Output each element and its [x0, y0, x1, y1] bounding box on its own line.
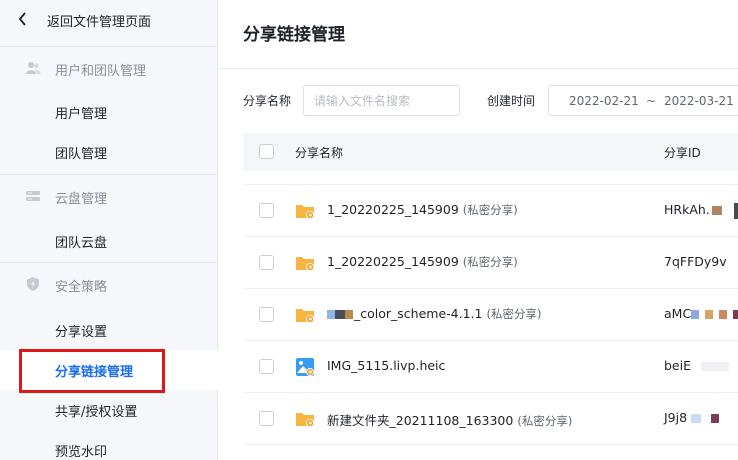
created-time-filter-label: 创建时间: [487, 94, 536, 108]
drive-icon: [26, 191, 40, 201]
sidebar-item-share-link-management[interactable]: 分享链接管理: [0, 350, 218, 390]
table-header: 分享名称 分享ID: [243, 133, 738, 171]
share-id: aMC: [664, 306, 738, 321]
sidebar-item-team-drive[interactable]: 团队云盘: [0, 221, 218, 261]
share-id: HRkAh.: [664, 202, 738, 219]
sidebar: 返回文件管理页面 用户和团队管理 用户管理 团队管理 云盘管理 团队云盘 安全策…: [0, 0, 218, 460]
chevron-left-icon: [18, 12, 26, 26]
date-range-picker[interactable]: 2022-02-21 ~ 2022-03-21: [548, 85, 738, 116]
group-security-policy: 安全策略: [0, 262, 218, 306]
date-start: 2022-02-21: [569, 94, 639, 108]
users-icon: [26, 62, 41, 74]
sidebar-item-share-settings[interactable]: 分享设置: [0, 310, 218, 350]
row-checkbox[interactable]: [259, 411, 274, 426]
redacted-prefix: [327, 310, 335, 319]
sidebar-item-label: 用户管理: [55, 107, 108, 122]
table-row[interactable]: 1_20220225_145909 (私密分享) 7qFFDy9v: [243, 237, 738, 289]
back-label: 返回文件管理页面: [47, 15, 152, 30]
header-divider: [219, 68, 738, 69]
app-window: 返回文件管理页面 用户和团队管理 用户管理 团队管理 云盘管理 团队云盘 安全策…: [0, 0, 738, 460]
sidebar-item-preview-watermark[interactable]: 预览水印: [0, 430, 218, 460]
table-row[interactable]: _color_scheme-4.1.1 (私密分享) aMC: [243, 289, 738, 341]
sidebar-item-label: 预览水印: [55, 445, 108, 460]
sidebar-item-label: 团队云盘: [55, 236, 108, 251]
sidebar-item-user-management[interactable]: 用户管理: [0, 92, 218, 132]
page-title: 分享链接管理: [243, 25, 345, 45]
group-label: 安全策略: [55, 280, 108, 295]
folder-icon: [296, 257, 314, 271]
sidebar-item-sharing-authorization[interactable]: 共享/授权设置: [0, 390, 218, 430]
sidebar-item-label: 团队管理: [55, 147, 108, 162]
row-checkbox[interactable]: [259, 203, 274, 218]
date-end: 2022-03-21: [664, 94, 734, 108]
column-header-share-id: 分享ID: [664, 146, 701, 160]
date-separator: ~: [646, 94, 657, 108]
folder-icon: [296, 309, 314, 323]
share-id: J9j8: [664, 410, 720, 425]
sidebar-item-label: 分享设置: [55, 325, 108, 340]
share-id: 7qFFDy9v: [664, 254, 727, 269]
file-name: _color_scheme-4.1.1 (私密分享): [327, 306, 541, 322]
shield-icon: [27, 277, 39, 291]
row-checkbox[interactable]: [259, 307, 274, 322]
group-label: 云盘管理: [55, 192, 108, 207]
group-cloud-drive: 云盘管理: [0, 174, 218, 218]
row-checkbox[interactable]: [259, 255, 274, 270]
sidebar-item-label: 分享链接管理: [55, 365, 134, 380]
group-label: 用户和团队管理: [55, 64, 147, 79]
sidebar-item-label: 共享/授权设置: [55, 405, 138, 420]
back-to-file-management[interactable]: 返回文件管理页面: [0, 0, 218, 40]
file-name: 新建文件夹_20211108_163300 (私密分享): [327, 413, 573, 428]
column-header-share-name: 分享名称: [295, 146, 344, 160]
share-id: beiE: [664, 358, 729, 373]
folder-icon: [296, 413, 314, 427]
table-row[interactable]: 新建文件夹_20211108_163300 (私密分享) J9j8: [243, 393, 738, 445]
folder-icon: [296, 205, 314, 219]
table-row[interactable]: IMG_5115.livp.heic beiE: [243, 341, 738, 393]
image-file-icon: [296, 358, 314, 376]
group-user-team: 用户和团队管理: [0, 46, 218, 90]
share-name-search-input[interactable]: [303, 85, 460, 116]
file-name: 1_20220225_145909 (私密分享): [327, 202, 518, 217]
main-content: 分享链接管理 分享名称 创建时间 2022-02-21 ~ 2022-03-21…: [219, 0, 738, 460]
sidebar-item-team-management[interactable]: 团队管理: [0, 132, 218, 172]
share-name-filter-label: 分享名称: [243, 94, 292, 108]
table-row[interactable]: 1_20220225_145909 (私密分享) HRkAh.: [243, 185, 738, 237]
row-checkbox[interactable]: [259, 359, 274, 374]
select-all-checkbox[interactable]: [259, 144, 274, 159]
file-name: 1_20220225_145909 (私密分享): [327, 254, 518, 269]
file-name: IMG_5115.livp.heic: [327, 358, 446, 373]
